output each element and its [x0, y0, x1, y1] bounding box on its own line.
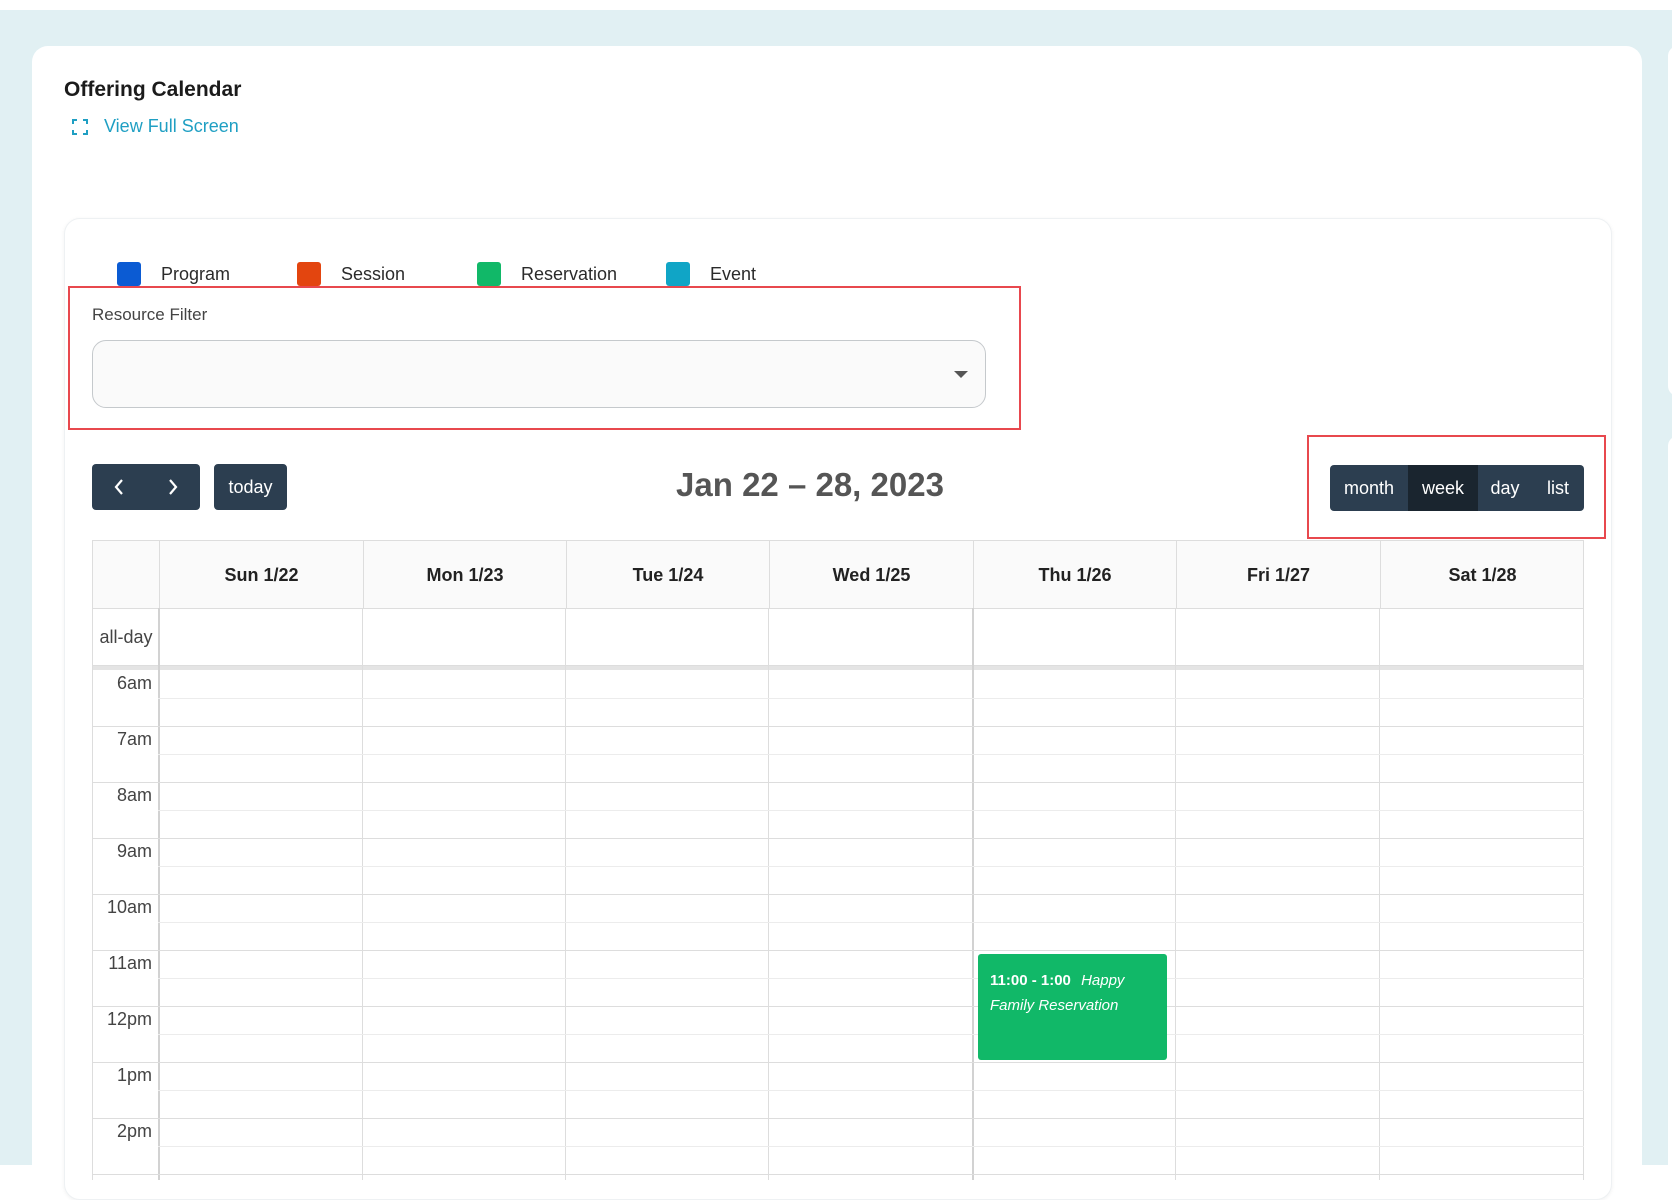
legend-item-session: Session	[297, 262, 405, 286]
week-calendar-grid: Sun 1/22 Mon 1/23 Tue 1/24 Wed 1/25 Thu …	[92, 540, 1584, 1180]
view-list-button[interactable]: list	[1532, 465, 1584, 511]
date-range-title: Jan 22 – 28, 2023	[676, 466, 944, 503]
grid-line	[92, 894, 1584, 895]
legend-item-reservation: Reservation	[477, 262, 617, 286]
day-header[interactable]: Fri 1/27	[1176, 541, 1380, 609]
today-button[interactable]: today	[214, 464, 287, 510]
time-label: 2pm	[116, 1121, 152, 1141]
grid-line	[158, 866, 1584, 867]
time-label: 10am	[106, 897, 152, 917]
grid-line	[92, 1006, 1584, 1007]
time-label: 8am	[116, 785, 152, 805]
legend-item-program: Program	[117, 262, 230, 286]
legend-label: Reservation	[521, 263, 618, 284]
all-day-label: all-day	[99, 626, 153, 647]
view-day-button[interactable]: day	[1478, 465, 1532, 511]
adjacent-panel-edge	[1668, 46, 1672, 396]
grid-line	[92, 950, 1584, 951]
grid-line	[158, 698, 1584, 699]
event-time: 11:00 - 1:00	[990, 972, 1071, 989]
grid-line	[158, 1090, 1584, 1091]
page-title: Offering Calendar	[64, 78, 242, 101]
grid-line	[158, 922, 1584, 923]
prev-button[interactable]	[92, 464, 146, 510]
next-button[interactable]	[146, 464, 200, 510]
view-month-button[interactable]: month	[1330, 465, 1408, 511]
day-header[interactable]: Thu 1/26	[973, 541, 1176, 609]
caret-down-icon	[954, 371, 968, 378]
day-header[interactable]: Mon 1/23	[363, 541, 566, 609]
chevron-left-icon	[114, 479, 123, 495]
view-full-screen-label: View Full Screen	[104, 116, 239, 136]
time-label: 12pm	[106, 1009, 152, 1029]
view-switcher: month week day list	[1330, 465, 1584, 511]
grid-line	[92, 1062, 1584, 1063]
day-header-row: Sun 1/22 Mon 1/23 Tue 1/24 Wed 1/25 Thu …	[92, 540, 1584, 609]
grid-line	[92, 782, 1584, 783]
calendar-event[interactable]: 11:00 - 1:00 Happy Family Reservation	[978, 954, 1167, 1060]
grid-line	[92, 1118, 1584, 1119]
grid-line	[158, 754, 1584, 755]
grid-line	[158, 978, 1584, 979]
day-header[interactable]: Tue 1/24	[566, 541, 769, 609]
all-day-row[interactable]: all-day	[92, 608, 1584, 666]
time-label: 11am	[108, 953, 152, 973]
legend-label: Session	[341, 263, 406, 284]
reservation-swatch-icon	[477, 262, 501, 286]
day-header[interactable]: Sun 1/22	[159, 541, 363, 609]
legend-label: Event	[710, 263, 757, 284]
adjacent-panel-edge	[1668, 436, 1672, 1196]
grid-line	[158, 1146, 1584, 1147]
view-week-button[interactable]: week	[1408, 465, 1478, 511]
time-label: 6am	[116, 673, 152, 693]
resource-filter-select[interactable]	[92, 340, 986, 408]
fullscreen-icon	[72, 118, 88, 135]
view-full-screen-link[interactable]: View Full Screen	[72, 116, 239, 137]
grid-line	[92, 1174, 1584, 1175]
legend-label: Program	[161, 263, 231, 284]
program-swatch-icon	[117, 262, 141, 286]
grid-line	[92, 726, 1584, 727]
day-header[interactable]: Wed 1/25	[769, 541, 973, 609]
nav-button-group	[92, 464, 200, 510]
day-header[interactable]: Sat 1/28	[1380, 541, 1584, 609]
chevron-right-icon	[169, 479, 178, 495]
grid-line	[158, 1034, 1584, 1035]
all-day-divider	[92, 666, 1584, 670]
grid-line	[92, 838, 1584, 839]
legend-item-event: Event	[666, 262, 756, 286]
time-label: 9am	[116, 841, 152, 861]
grid-line	[158, 810, 1584, 811]
event-swatch-icon	[666, 262, 690, 286]
session-swatch-icon	[297, 262, 321, 286]
resource-filter-label: Resource Filter	[92, 305, 208, 324]
time-label: 1pm	[116, 1065, 152, 1085]
time-label: 7am	[116, 729, 152, 749]
